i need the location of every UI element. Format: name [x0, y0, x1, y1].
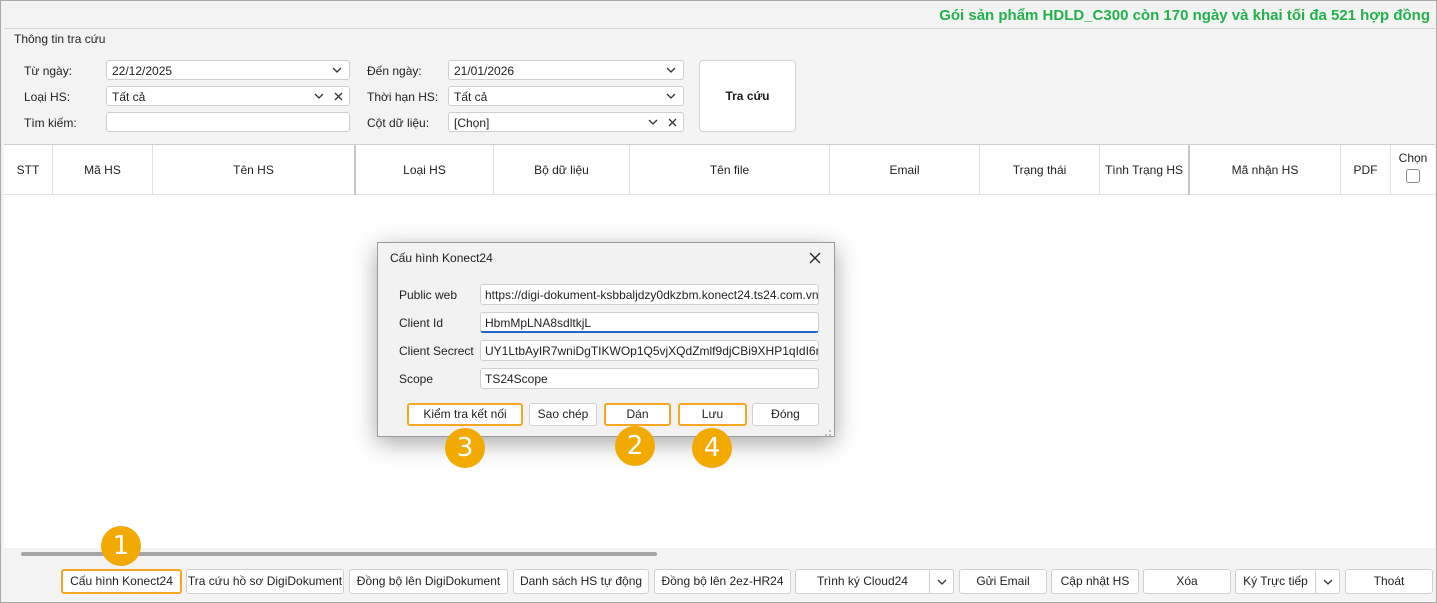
auto-list-button[interactable]: Danh sách HS tự động — [513, 569, 649, 594]
chevron-down-icon[interactable] — [1315, 570, 1339, 593]
record-term-select[interactable]: Tất cả — [448, 86, 684, 106]
copy-button[interactable]: Sao chép — [529, 403, 597, 426]
client-secret-label: Client Secrect — [399, 344, 474, 358]
chevron-down-icon[interactable] — [929, 570, 953, 593]
chevron-down-icon[interactable] — [311, 88, 327, 104]
client-id-input[interactable]: HbmMpLNA8sdltkjL — [480, 312, 819, 333]
scope-label: Scope — [399, 372, 434, 386]
column-header-ten-hs[interactable]: Tên HS — [153, 145, 356, 195]
konect24-config-dialog: Cấu hình Konect24 Public web https://dig… — [377, 242, 835, 437]
client-secret-input[interactable]: UY1LtbAyIR7wniDgTIKWOp1Q5vjXQdZmlf9djCBi… — [480, 340, 819, 361]
record-type-value: Tất cả — [112, 90, 146, 104]
delete-button[interactable]: Xóa — [1143, 569, 1231, 594]
lookup-digidokument-button[interactable]: Tra cứu hồ sơ DigiDokument — [186, 569, 344, 594]
close-button[interactable]: Đóng — [752, 403, 819, 426]
chevron-down-icon[interactable] — [663, 88, 679, 104]
dialog-title: Cấu hình Konect24 — [390, 251, 493, 265]
public-web-label: Public web — [399, 288, 458, 302]
to-date-value: 21/01/2026 — [454, 64, 515, 78]
column-header-ma-hs[interactable]: Mã HS — [53, 145, 153, 195]
search-input[interactable] — [106, 112, 350, 132]
step-badge-1: 1 — [101, 526, 141, 566]
sync-2ez-hr24-button[interactable]: Đồng bộ lên 2ez-HR24 — [654, 569, 791, 594]
clear-icon[interactable] — [664, 114, 680, 130]
grid-header: STT Mã HS Tên HS Loại HS Bộ dữ liệu Tên … — [4, 145, 1435, 195]
to-date-picker[interactable]: 21/01/2026 — [448, 60, 684, 80]
paste-button[interactable]: Dán — [604, 403, 671, 426]
record-type-select[interactable]: Tất cả — [106, 86, 350, 106]
column-header-ten-file[interactable]: Tên file — [630, 145, 830, 195]
column-header-ma-nhan-hs[interactable]: Mã nhận HS — [1190, 145, 1341, 195]
chevron-down-icon[interactable] — [645, 114, 661, 130]
sync-digidokument-button[interactable]: Đồng bộ lên DigiDokument — [349, 569, 508, 594]
exit-button[interactable]: Thoát — [1345, 569, 1433, 594]
column-header-chon-label: Chọn — [1398, 151, 1428, 165]
config-konect24-button[interactable]: Cấu hình Konect24 — [61, 569, 182, 594]
search-button[interactable]: Tra cứu — [699, 60, 796, 132]
column-header-tinh-trang-hs[interactable]: Tình Trạng HS — [1100, 145, 1190, 195]
record-term-label: Thời hạn HS: — [367, 90, 439, 104]
license-announcement: Gói sản phẩm HDLD_C300 còn 170 ngày và k… — [939, 7, 1430, 24]
direct-sign-button[interactable]: Ký Trực tiếp — [1235, 569, 1340, 594]
from-date-value: 22/12/2025 — [112, 64, 173, 78]
main-window: Gói sản phẩm HDLD_C300 còn 170 ngày và k… — [0, 0, 1437, 603]
send-email-button[interactable]: Gửi Email — [959, 569, 1047, 594]
group-divider — [4, 28, 1435, 29]
column-header-trang-thai[interactable]: Trạng thái — [980, 145, 1100, 195]
test-connection-button[interactable]: Kiểm tra kết nối — [407, 403, 523, 426]
cloud-sign-label: Trình ký Cloud24 — [817, 574, 908, 588]
save-button[interactable]: Lưu — [678, 403, 747, 426]
step-badge-3: 3 — [445, 428, 485, 468]
filter-group-title: Thông tin tra cứu — [14, 32, 106, 46]
record-term-value: Tất cả — [454, 90, 488, 104]
search-label: Tìm kiếm: — [24, 116, 77, 130]
direct-sign-label: Ký Trực tiếp — [1243, 574, 1308, 588]
record-type-label: Loại HS: — [24, 90, 71, 104]
chevron-down-icon[interactable] — [329, 62, 345, 78]
client-id-label: Client Id — [399, 316, 444, 330]
column-header-stt[interactable]: STT — [4, 145, 53, 195]
column-header-email[interactable]: Email — [830, 145, 980, 195]
scope-input[interactable]: TS24Scope — [480, 368, 819, 389]
update-record-button[interactable]: Cập nhật HS — [1051, 569, 1139, 594]
data-columns-value: [Chọn] — [454, 116, 490, 130]
column-header-pdf[interactable]: PDF — [1341, 145, 1391, 195]
public-web-input[interactable]: https://digi-dokument-ksbbaljdzy0dkzbm.k… — [480, 284, 819, 305]
to-date-label: Đến ngày: — [367, 64, 422, 78]
data-columns-label: Cột dữ liệu: — [367, 116, 430, 130]
from-date-label: Từ ngày: — [24, 64, 73, 78]
column-header-bo-du-lieu[interactable]: Bộ dữ liệu — [494, 145, 630, 195]
close-icon[interactable] — [808, 251, 822, 265]
chevron-down-icon[interactable] — [663, 62, 679, 78]
resize-grip-icon[interactable] — [824, 426, 832, 436]
step-badge-2: 2 — [615, 426, 655, 466]
from-date-picker[interactable]: 22/12/2025 — [106, 60, 350, 80]
step-badge-4: 4 — [692, 428, 732, 468]
clear-icon[interactable] — [330, 88, 346, 104]
column-header-chon[interactable]: Chọn — [1391, 145, 1435, 195]
cloud-sign-button[interactable]: Trình ký Cloud24 — [795, 569, 954, 594]
select-all-checkbox-icon[interactable] — [1406, 169, 1420, 183]
column-header-loai-hs[interactable]: Loại HS — [356, 145, 494, 195]
data-columns-select[interactable]: [Chọn] — [448, 112, 684, 132]
